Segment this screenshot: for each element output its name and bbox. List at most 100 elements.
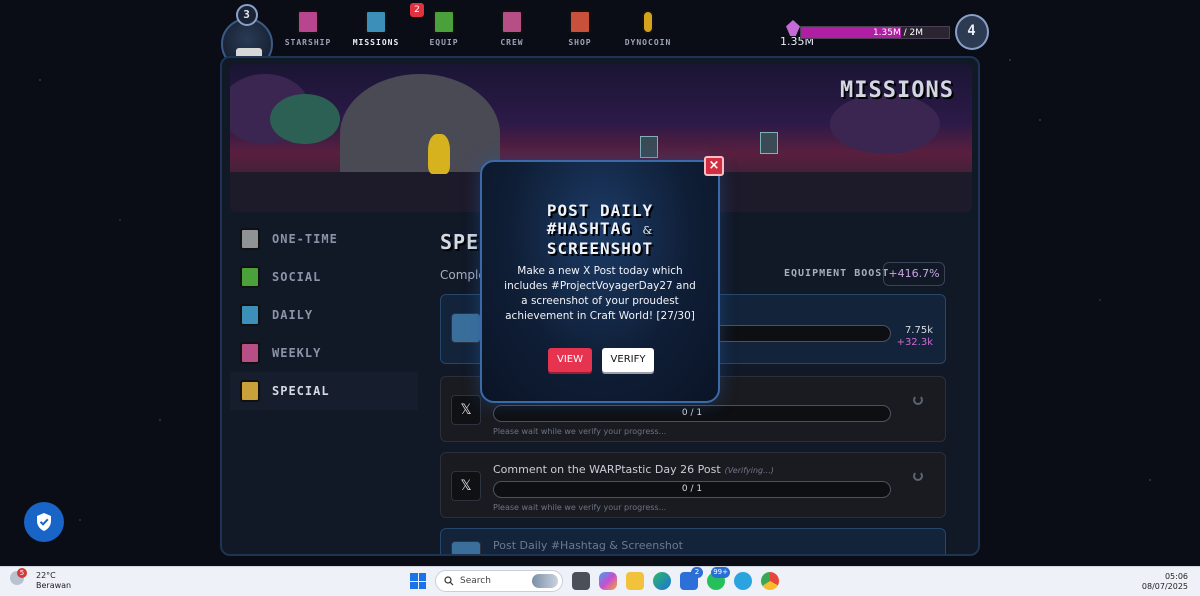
- mission-detail-modal: POST DAILY #HASHTAG & SCREENSHOT Make a …: [480, 156, 724, 403]
- nav-label: STARSHIP: [284, 38, 332, 47]
- journal-icon: [451, 313, 481, 343]
- crystal-icon: [786, 20, 800, 36]
- edge-icon[interactable]: [653, 572, 671, 590]
- equip-notification-badge: 2: [410, 3, 424, 17]
- xp-bar: 1.35M / 2M: [800, 26, 950, 39]
- missions-icon: [365, 10, 387, 34]
- store-badge: 2: [691, 567, 703, 578]
- weather-widget[interactable]: 5 22°C Berawan: [10, 568, 72, 591]
- mission-title: Comment on the WARPtastic Day 26 Post (Ve…: [493, 463, 774, 476]
- mission-progress-bar: 0 / 1: [493, 481, 891, 498]
- clock-time: 05:06: [1164, 572, 1188, 581]
- search-highlight-image: [532, 574, 558, 588]
- journal-icon: [240, 342, 260, 364]
- mission-card[interactable]: Post Daily #Hashtag & Screenshot: [440, 528, 946, 554]
- modal-title-line: POST DAILY: [546, 201, 654, 220]
- verify-button[interactable]: VERIFY: [602, 348, 654, 372]
- crew-icon: [501, 10, 523, 34]
- nav-equip[interactable]: EQUIP: [419, 8, 469, 47]
- windows-start-icon[interactable]: [410, 573, 426, 589]
- clock-date: 08/07/2025: [1141, 582, 1188, 591]
- nav-label: DYNOCOIN: [624, 38, 672, 47]
- whatsapp-icon[interactable]: 99+: [707, 567, 730, 590]
- nav-dynocoin[interactable]: DYNOCOIN: [623, 8, 673, 47]
- store-icon[interactable]: 2: [680, 567, 703, 590]
- nav-starship[interactable]: STARSHIP: [283, 8, 333, 47]
- loading-spinner-icon: [913, 471, 923, 481]
- nav-shop[interactable]: SHOP: [555, 8, 605, 47]
- sidebar-item-special[interactable]: SPECIAL: [230, 372, 418, 410]
- mission-card[interactable]: 𝕏 Comment on the WARPtastic Day 26 Post(…: [440, 452, 946, 518]
- temperature: 22°C: [36, 571, 56, 580]
- x-logo-icon: 𝕏: [451, 471, 481, 501]
- sidebar-item-label: ONE-TIME: [272, 232, 338, 246]
- modal-body: POST DAILY #HASHTAG & SCREENSHOT Make a …: [480, 160, 720, 403]
- mission-category-sidebar: ONE-TIME SOCIAL DAILY WEEKLY SPECIAL: [230, 220, 418, 410]
- view-button[interactable]: VIEW: [548, 348, 592, 372]
- nav-label: SHOP: [568, 38, 592, 47]
- weather-condition: Berawan: [36, 581, 72, 590]
- mission-status: (Verifying...): [724, 466, 774, 475]
- journal-icon: [240, 380, 260, 402]
- taskbar-apps: Search 2 99+: [410, 567, 779, 592]
- journal-icon: [240, 266, 260, 288]
- equipment-boost-label: EQUIPMENT BOOST: [784, 268, 890, 279]
- sidebar-item-social[interactable]: SOCIAL: [230, 258, 418, 296]
- mission-note: Please wait while we verify your progres…: [493, 427, 667, 436]
- sidebar-item-label: SOCIAL: [272, 270, 322, 284]
- chrome-icon[interactable]: [761, 572, 779, 590]
- banner-title: MISSIONS: [840, 78, 954, 103]
- loading-spinner-icon: [913, 395, 923, 405]
- starship-icon: [297, 10, 319, 34]
- taskbar-search[interactable]: Search: [435, 570, 563, 592]
- nav-missions[interactable]: MISSIONS: [351, 8, 401, 47]
- taskbar-clock[interactable]: 05:06 08/07/2025: [1142, 572, 1188, 592]
- sidebar-item-one-time[interactable]: ONE-TIME: [230, 220, 418, 258]
- copilot-icon[interactable]: [599, 572, 617, 590]
- nav-label: CREW: [500, 38, 524, 47]
- xp-bar-text: 1.35M / 2M: [872, 28, 923, 38]
- section-subtitle: Comple: [440, 268, 486, 282]
- modal-title: POST DAILY #HASHTAG & SCREENSHOT: [482, 202, 718, 258]
- cloud-icon: 5: [10, 568, 27, 585]
- equipment-boost-value: +416.7%: [883, 262, 945, 286]
- sidebar-item-weekly[interactable]: WEEKLY: [230, 334, 418, 372]
- sidebar-item-label: DAILY: [272, 308, 314, 322]
- reward-amount: 7.75k: [904, 325, 933, 336]
- mission-title-text: Comment on the WARPtastic Day 26 Post: [493, 463, 721, 476]
- mission-reward: 7.75k +32.3k: [897, 325, 933, 349]
- windows-taskbar: 5 22°C Berawan Search 2 99+ 05:06 08/07/…: [0, 566, 1200, 596]
- robot-character: [760, 132, 778, 154]
- next-level-badge: 4: [955, 14, 989, 50]
- palm-tree-art: [830, 94, 940, 154]
- palm-tree-art: [270, 94, 340, 144]
- sidebar-item-daily[interactable]: DAILY: [230, 296, 418, 334]
- security-shield-button[interactable]: [24, 502, 64, 542]
- shield-check-icon: [37, 513, 51, 531]
- file-explorer-icon[interactable]: [626, 572, 644, 590]
- modal-title-amp: &: [642, 224, 654, 237]
- sidebar-item-label: SPECIAL: [272, 384, 330, 398]
- telegram-icon[interactable]: [734, 572, 752, 590]
- modal-title-line: #HASHTAG &: [482, 220, 718, 240]
- search-icon: [444, 576, 454, 586]
- nav-label: MISSIONS: [352, 38, 400, 47]
- task-view-icon[interactable]: [572, 572, 590, 590]
- journal-icon: [240, 228, 260, 250]
- journal-icon: [240, 304, 260, 326]
- robot-character: [640, 136, 658, 158]
- nav-label: EQUIP: [429, 38, 459, 47]
- x-logo-icon: 𝕏: [451, 395, 481, 425]
- search-label: Search: [460, 576, 491, 586]
- nav-crew[interactable]: CREW: [487, 8, 537, 47]
- mission-title: Post Daily #Hashtag & Screenshot: [493, 539, 683, 552]
- mission-note: Please wait while we verify your progres…: [493, 503, 667, 512]
- weather-badge: 5: [17, 568, 27, 578]
- sidebar-item-label: WEEKLY: [272, 346, 322, 360]
- top-nav: STARSHIP MISSIONS EQUIP CREW SHOP DYNOCO…: [283, 8, 673, 47]
- reward-bonus: +32.3k: [896, 337, 933, 348]
- mission-progress-bar: 0 / 1: [493, 405, 891, 422]
- duck-character: [428, 134, 450, 174]
- close-icon[interactable]: ×: [704, 156, 724, 176]
- modal-title-hashtag: #HASHTAG: [546, 219, 632, 238]
